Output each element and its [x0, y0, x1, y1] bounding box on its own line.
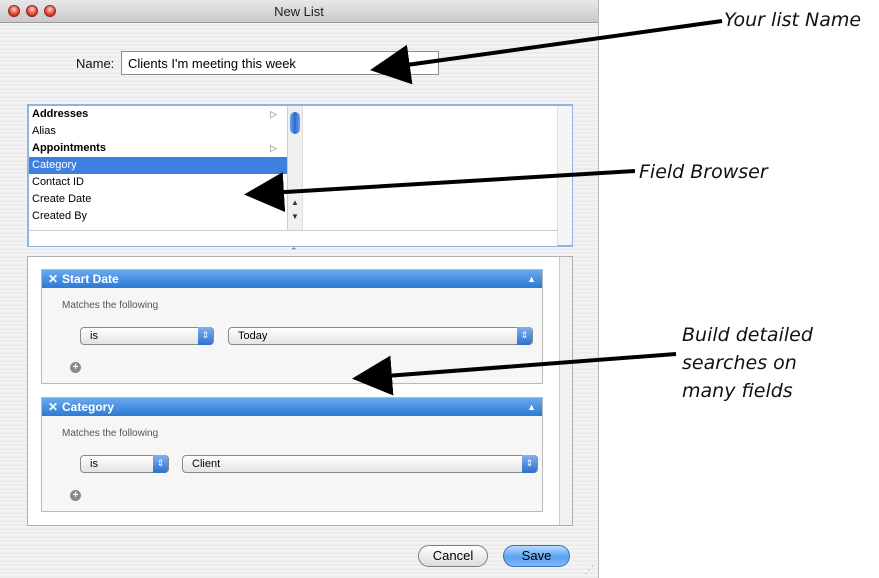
arrow-to-criteria: [352, 352, 677, 396]
arrow-to-name-field: [370, 19, 723, 85]
arrow-to-field-browser: [244, 169, 636, 213]
annotation-arrows: [244, 19, 723, 396]
